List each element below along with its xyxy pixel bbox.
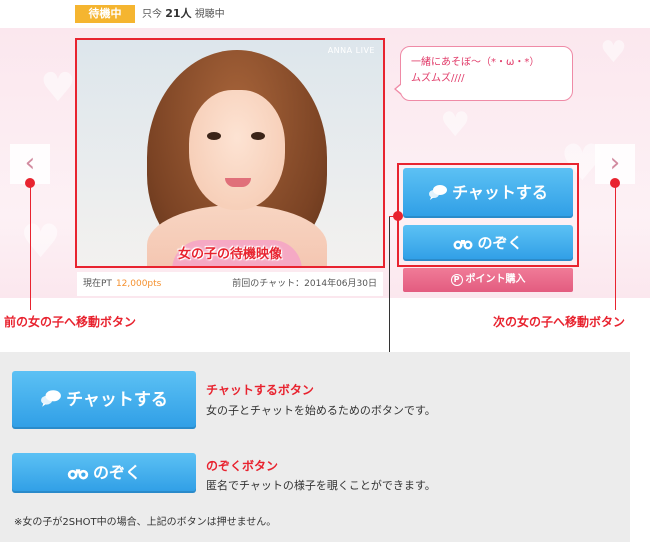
annotation-line (389, 216, 390, 352)
binoculars-icon (67, 455, 89, 495)
chat-button-title: チャットするボタン (206, 383, 314, 397)
binoculars-icon (453, 227, 473, 263)
status-badge: 待機中 (75, 5, 135, 23)
viewer-count: 只今 21人 視聴中 (142, 6, 225, 23)
current-points-value: 12,000pts (115, 279, 162, 289)
viewer-suffix: 視聴中 (194, 9, 225, 20)
buy-points-label: ポイント購入 (465, 274, 526, 285)
chat-bubbles-icon (428, 170, 448, 220)
annotation-line (389, 216, 395, 217)
prev-button-callout: 前の女の子へ移動ボタン (4, 315, 137, 329)
peek-button-sample: のぞく (12, 453, 196, 493)
decor-heart-icon: ♥ (440, 105, 471, 145)
points-coin-icon: P (450, 274, 463, 286)
video-portrait-eye (251, 132, 265, 140)
annotation-line (30, 186, 31, 310)
chevron-left-icon: ‹ (24, 148, 36, 178)
decor-heart-icon: ♥ (20, 214, 62, 268)
peek-button-sample-label: のぞく (92, 463, 141, 482)
viewer-prefix: 只今 (142, 9, 162, 20)
buy-points-button[interactable]: P ポイント購入 (403, 268, 573, 292)
chat-button[interactable]: チャットする (403, 168, 573, 218)
message-bubble: 一緒にあそぼ～（*・ω・*） ムズムズ//// (394, 46, 573, 101)
peek-button-title: のぞくボタン (206, 459, 279, 473)
decor-heart-icon: ♥ (600, 35, 627, 70)
video-info-strip: 現在PT 12,000pts 前回のチャット：2014年06月30日 (77, 272, 383, 296)
chat-bubbles-icon (40, 373, 62, 431)
chat-button-description: 女の子とチャットを始めるためのボタンです。 (206, 404, 436, 417)
chevron-right-icon: › (609, 148, 621, 178)
video-label: 女の子の待機映像 (177, 247, 282, 262)
video-portrait-eye (207, 132, 221, 140)
message-line-2: ムズムズ//// (411, 73, 465, 84)
video-watermark: ANNA LIVE (327, 46, 375, 55)
status-bar: 待機中 只今 21人 視聴中 (0, 0, 650, 28)
last-chat-date: 前回のチャット：2014年06月30日 (232, 279, 377, 289)
video-portrait-face (189, 90, 285, 210)
peek-button-label: のぞく (477, 234, 523, 252)
next-button-callout: 次の女の子へ移動ボタン (493, 315, 626, 329)
message-line-1: 一緒にあそぼ～（*・ω・*） (411, 57, 540, 68)
chat-button-sample-label: チャットする (66, 390, 168, 410)
current-points-label: 現在PT (83, 279, 112, 289)
peek-button-description: 匿名でチャットの様子を覗くことができます。 (206, 479, 436, 492)
current-points: 現在PT 12,000pts (83, 272, 161, 296)
chat-button-label: チャットする (452, 183, 548, 202)
peek-button[interactable]: のぞく (403, 225, 573, 261)
viewer-number: 21人 (165, 7, 192, 20)
availability-note: ※女の子が2SHOT中の場合、上記のボタンは押せません。 (14, 517, 277, 528)
annotation-line (615, 186, 616, 310)
decor-heart-icon: ♥ (40, 65, 76, 111)
chat-button-sample: チャットする (12, 371, 196, 429)
waiting-video[interactable]: ANNA LIVE 女の子の待機映像 (75, 38, 385, 268)
